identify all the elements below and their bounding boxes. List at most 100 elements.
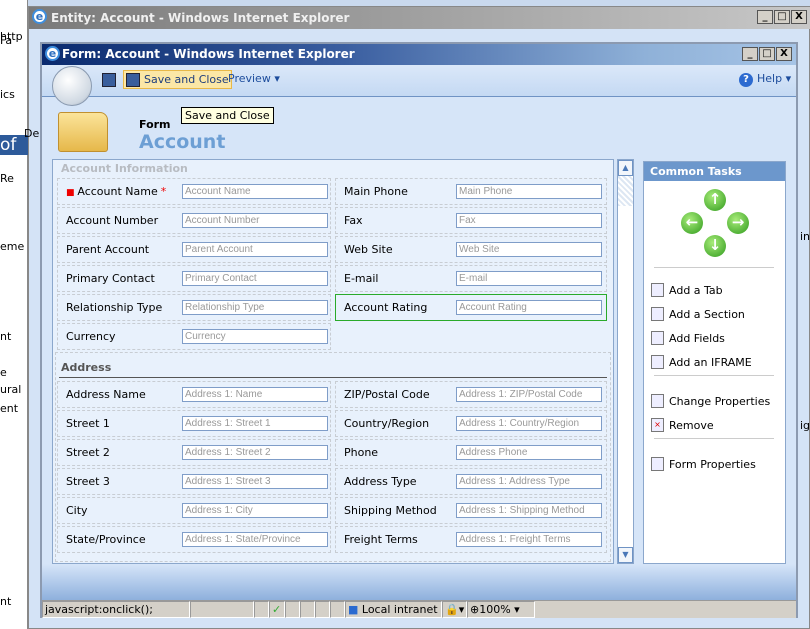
field-street-2[interactable]: Street 2 Address 1: Street 2	[57, 439, 331, 466]
field-address-name[interactable]: Address Name Address 1: Name	[57, 381, 331, 408]
field-input[interactable]: Address 1: Name	[182, 387, 328, 402]
maximize-button[interactable]: □	[774, 10, 790, 24]
field-parent-account[interactable]: Parent Account Parent Account	[57, 236, 331, 263]
move-left-icon[interactable]: ←	[681, 212, 703, 234]
field-state-province[interactable]: State/Province Address 1: State/Province	[57, 526, 331, 553]
field-input[interactable]: Parent Account	[182, 242, 328, 257]
save-icon[interactable]	[102, 73, 116, 87]
background-text-fragment: nt	[0, 595, 12, 608]
field-label: ZIP/Postal Code	[344, 388, 430, 401]
field-input[interactable]: Address 1: Shipping Method	[456, 503, 602, 518]
field-label: Country/Region	[344, 417, 430, 430]
field-fax[interactable]: Fax Fax	[335, 207, 607, 234]
field-input[interactable]: Address 1: City	[182, 503, 328, 518]
task-remove[interactable]: × Remove	[651, 418, 714, 432]
folder-icon	[58, 112, 108, 152]
task-label: Remove	[669, 418, 714, 432]
scroll-down-button[interactable]: ▼	[618, 547, 633, 563]
move-up-icon[interactable]: ↑	[704, 189, 726, 211]
field-input[interactable]: Main Phone	[456, 184, 602, 199]
scroll-up-button[interactable]: ▲	[618, 160, 633, 176]
field-label: Primary Contact	[66, 272, 155, 285]
task-add-an-iframe[interactable]: Add an IFRAME	[651, 355, 752, 369]
add-iframe-icon	[651, 355, 664, 369]
close-button[interactable]: X	[776, 47, 792, 61]
field-street-1[interactable]: Street 1 Address 1: Street 1	[57, 410, 331, 437]
common-tasks-panel: Common Tasks ↑ ← → ↓ Add a Tab Add a Sect…	[643, 161, 786, 564]
field-input[interactable]: Relationship Type	[182, 300, 328, 315]
field-input[interactable]: Primary Contact	[182, 271, 328, 286]
field-input[interactable]: Address 1: Street 3	[182, 474, 328, 489]
field-city[interactable]: City Address 1: City	[57, 497, 331, 524]
field-input[interactable]: Address 1: Street 1	[182, 416, 328, 431]
move-right-icon[interactable]: →	[727, 212, 749, 234]
window-controls: _ □ X	[742, 47, 792, 61]
field-input[interactable]: Account Number	[182, 213, 328, 228]
field-phone[interactable]: Phone Address Phone	[335, 439, 607, 466]
minimize-button[interactable]: _	[742, 47, 758, 61]
field-account-rating[interactable]: Account Rating Account Rating	[335, 294, 607, 321]
background-text-fragment: De	[24, 127, 40, 140]
preview-menu[interactable]: Preview ▾	[228, 72, 280, 85]
scroll-track[interactable]	[618, 176, 633, 206]
field-input[interactable]: Fax	[456, 213, 602, 228]
field-input[interactable]: Address Phone	[456, 445, 602, 460]
field-label-wrap: Address Type	[344, 475, 417, 488]
field-placeholder: Address 1: State/Province	[185, 534, 301, 545]
field-country-region[interactable]: Country/Region Address 1: Country/Region	[335, 410, 607, 437]
field-input[interactable]: Web Site	[456, 242, 602, 257]
save-and-close-button[interactable]: Save and Close	[123, 70, 232, 89]
field-street-3[interactable]: Street 3 Address 1: Street 3	[57, 468, 331, 495]
field-account-name[interactable]: ■ Account Name * Account Name	[57, 178, 331, 205]
field-placeholder: Account Name	[185, 186, 251, 197]
field-input[interactable]: Account Rating	[456, 300, 602, 315]
field-input[interactable]: Address 1: Address Type	[456, 474, 602, 489]
field-input[interactable]: E-mail	[456, 271, 602, 286]
field-input[interactable]: Address 1: Street 2	[182, 445, 328, 460]
task-add-a-tab[interactable]: Add a Tab	[651, 283, 723, 297]
field-label-wrap: State/Province	[66, 533, 146, 546]
field-account-number[interactable]: Account Number Account Number	[57, 207, 331, 234]
field-relationship-type[interactable]: Relationship Type Relationship Type	[57, 294, 331, 321]
field-web-site[interactable]: Web Site Web Site	[335, 236, 607, 263]
field-main-phone[interactable]: Main Phone Main Phone	[335, 178, 607, 205]
task-add-a-section[interactable]: Add a Section	[651, 307, 745, 321]
field-zip-postal-code[interactable]: ZIP/Postal Code Address 1: ZIP/Postal Cod…	[335, 381, 607, 408]
protected-mode-icon[interactable]: 🔒▾	[442, 601, 467, 618]
field-label: Fax	[344, 214, 363, 227]
field-label-wrap: Phone	[344, 446, 378, 459]
add-tab-icon	[651, 283, 664, 297]
field-input[interactable]: Address 1: ZIP/Postal Code	[456, 387, 602, 402]
close-button[interactable]: X	[791, 10, 807, 24]
maximize-button[interactable]: □	[759, 47, 775, 61]
field-input[interactable]: Currency	[182, 329, 328, 344]
help-menu[interactable]: Help ▾	[757, 72, 791, 85]
field-placeholder: Address 1: Name	[185, 389, 263, 400]
task-change-properties[interactable]: Change Properties	[651, 394, 770, 408]
compat-icon[interactable]: ✓	[269, 601, 285, 618]
field-address-type[interactable]: Address Type Address 1: Address Type	[335, 468, 607, 495]
background-text-fragment: Re	[0, 172, 14, 185]
field-primary-contact[interactable]: Primary Contact Primary Contact	[57, 265, 331, 292]
task-label: Add an IFRAME	[669, 355, 752, 369]
zoom-control[interactable]: ⊕100% ▾	[467, 601, 535, 618]
field-placeholder: Address 1: Street 1	[185, 418, 271, 429]
field-input[interactable]: Account Name	[182, 184, 328, 199]
field-input[interactable]: Address 1: State/Province	[182, 532, 328, 547]
field-e-mail[interactable]: E-mail E-mail	[335, 265, 607, 292]
move-down-icon[interactable]: ↓	[704, 235, 726, 257]
background-text-fragment: Fa	[0, 34, 13, 47]
field-shipping-method[interactable]: Shipping Method Address 1: Shipping Metho…	[335, 497, 607, 524]
field-freight-terms[interactable]: Freight Terms Address 1: Freight Terms	[335, 526, 607, 553]
window-title: Form: Account - Windows Internet Explore…	[62, 47, 355, 61]
scrollbar[interactable]: ▲ ▼	[617, 159, 634, 564]
field-input[interactable]: Address 1: Country/Region	[456, 416, 602, 431]
minimize-button[interactable]: _	[757, 10, 773, 24]
task-form-properties[interactable]: Form Properties	[651, 457, 756, 471]
task-add-fields[interactable]: Add Fields	[651, 331, 725, 345]
status-bar: javascript:onclick(); ✓ ■ Local intranet…	[42, 600, 796, 618]
field-input[interactable]: Address 1: Freight Terms	[456, 532, 602, 547]
field-label-wrap: Currency	[66, 330, 116, 343]
field-currency[interactable]: Currency Currency	[57, 323, 331, 350]
field-label-wrap: Main Phone	[344, 185, 408, 198]
